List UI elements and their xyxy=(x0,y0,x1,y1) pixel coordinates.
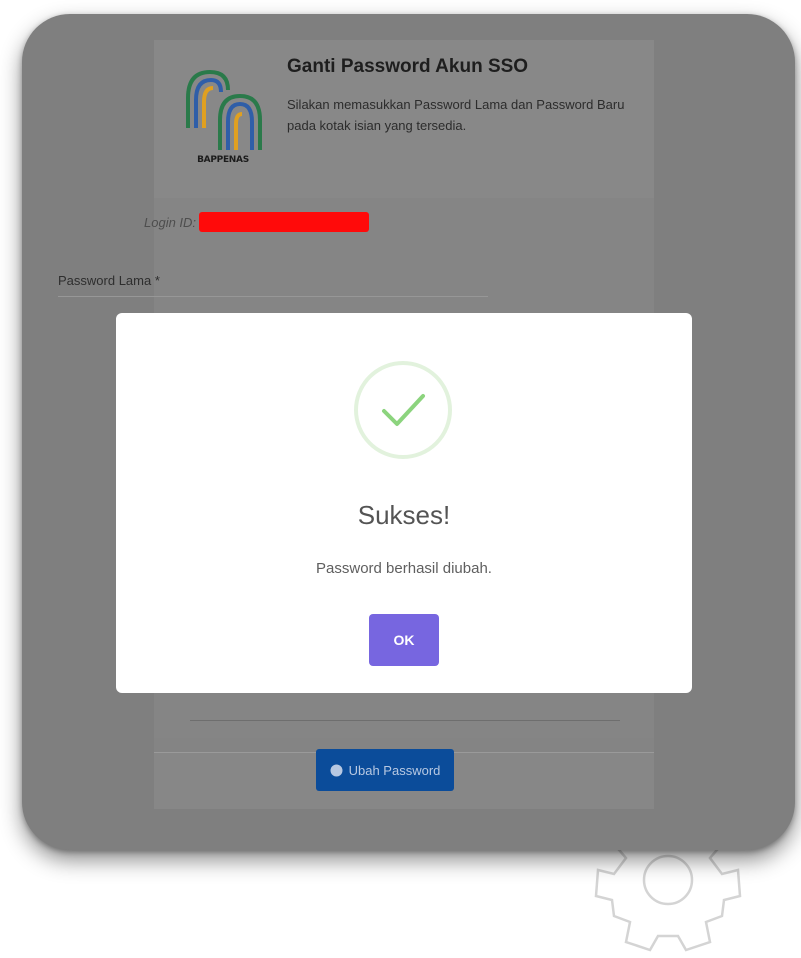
logo-text: BAPPENAS xyxy=(197,155,249,165)
page-description: Silakan memasukkan Password Lama dan Pas… xyxy=(287,97,625,133)
modal-title: Sukses! xyxy=(357,500,451,530)
success-modal: Sukses! Password berhasil diubah. OK xyxy=(116,313,692,693)
ubah-password-label: Ubah Password xyxy=(348,762,441,778)
password-lama-input[interactable] xyxy=(58,296,488,311)
modal-message: Password berhasil diubah. xyxy=(316,560,492,577)
shield-icon xyxy=(330,764,343,777)
card-header: BAPPENAS Ganti Password Akun SSO Silakan… xyxy=(154,40,654,198)
input-bottom-edge xyxy=(190,720,620,721)
login-id-redaction xyxy=(199,212,370,232)
login-id-label: Login ID: xyxy=(144,214,197,230)
ubah-password-button[interactable]: Ubah Password xyxy=(316,749,454,791)
checkmark-circle-icon xyxy=(354,361,452,459)
page-title: Ganti Password Akun SSO xyxy=(287,56,529,77)
ok-button[interactable]: OK xyxy=(369,614,439,666)
login-id-row: Login ID: xyxy=(144,210,370,234)
bappenas-logo: BAPPENAS xyxy=(180,58,266,176)
password-lama-label: Password Lama * xyxy=(58,273,160,288)
